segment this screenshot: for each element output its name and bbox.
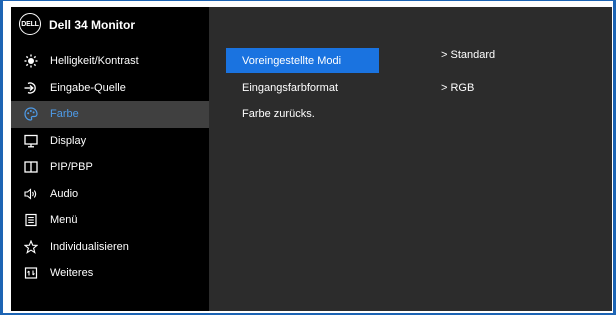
monitor-osd: DELL Dell 34 Monitor Helligkeit/Kontrast… — [11, 7, 612, 311]
menu-list-icon — [24, 213, 38, 227]
submenu-panel: Voreingestellte Modi > Standard Eingangs… — [209, 7, 612, 311]
others-icon — [24, 266, 38, 280]
submenu-item-label: Farbe zurücks. — [242, 107, 315, 120]
menu-item-label: Weiteres — [50, 267, 94, 279]
menu-item-personalize[interactable]: Individualisieren — [11, 234, 209, 261]
menu-item-label: PIP/PBP — [50, 161, 93, 173]
pip-pbp-icon — [24, 160, 38, 174]
menu-item-audio[interactable]: Audio — [11, 181, 209, 208]
menu-item-label: Farbe — [50, 108, 79, 120]
menu-item-pip-pbp[interactable]: PIP/PBP — [11, 154, 209, 181]
menu-item-menu[interactable]: Menü — [11, 207, 209, 234]
logo-text: DELL — [21, 20, 39, 28]
screenshot-frame: DELL Dell 34 Monitor Helligkeit/Kontrast… — [0, 0, 616, 315]
submenu-item-label: Voreingestellte Modi — [242, 54, 342, 67]
main-menu: Helligkeit/Kontrast Eingabe-Quelle Farbe… — [11, 48, 209, 287]
brand-header: DELL Dell 34 Monitor — [11, 7, 209, 43]
submenu-item-preset-modes[interactable]: Voreingestellte Modi — [226, 48, 379, 73]
menu-item-label: Menü — [50, 214, 78, 226]
menu-item-brightness-contrast[interactable]: Helligkeit/Kontrast — [11, 48, 209, 75]
submenu-item-label: Eingangsfarbformat — [242, 81, 338, 94]
main-menu-sidebar: DELL Dell 34 Monitor Helligkeit/Kontrast… — [11, 7, 209, 311]
menu-item-label: Individualisieren — [50, 240, 129, 253]
menu-item-label: Eingabe-Quelle — [50, 81, 126, 94]
star-icon — [24, 239, 38, 254]
display-icon — [24, 134, 38, 148]
menu-item-others[interactable]: Weiteres — [11, 260, 209, 287]
menu-item-color[interactable]: Farbe — [11, 101, 209, 128]
submenu-item-input-color-format[interactable]: Eingangsfarbformat — [226, 75, 379, 100]
speaker-icon — [24, 187, 38, 201]
preset-modes-value: > Standard — [441, 49, 496, 61]
dell-logo-icon: DELL — [19, 13, 41, 35]
menu-item-display[interactable]: Display — [11, 128, 209, 155]
monitor-title: Dell 34 Monitor — [49, 18, 136, 32]
menu-item-label: Audio — [50, 187, 79, 200]
color-palette-icon — [24, 107, 38, 121]
menu-item-label: Display — [50, 134, 87, 147]
input-source-icon — [24, 81, 38, 95]
menu-item-label: Helligkeit/Kontrast — [50, 55, 139, 67]
input-color-format-value: > RGB — [441, 82, 475, 94]
menu-item-input-source[interactable]: Eingabe-Quelle — [11, 75, 209, 102]
submenu-item-reset-color[interactable]: Farbe zurücks. — [226, 101, 379, 126]
brightness-icon — [24, 54, 38, 68]
